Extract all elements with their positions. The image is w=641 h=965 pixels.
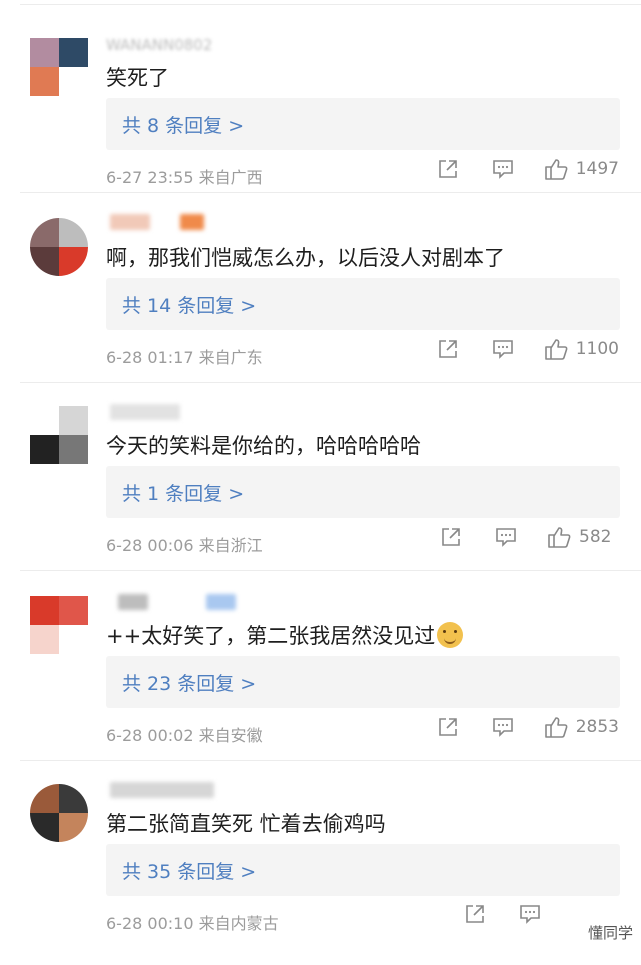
username-blur [110,782,214,798]
comment-item: 啊，那我们恺威怎么办，以后没人对剧本了 共 14 条回复 > 6-28 01:1… [0,210,641,399]
avatar[interactable] [30,38,88,96]
comment-text: 啊，那我们恺威怎么办，以后没人对剧本了 [106,246,505,270]
replies-button[interactable]: 共 8 条回复 > [106,98,620,150]
avatar[interactable] [30,218,88,276]
replies-button[interactable]: 共 1 条回复 > [106,466,620,518]
replies-label: 共 8 条回复 > [122,115,245,137]
replies-button[interactable]: 共 14 条回复 > [106,278,620,330]
comment-item: ++太好笑了，第二张我居然没见过 共 23 条回复 > 6-28 00:02 来… [0,588,641,777]
like-icon[interactable] [544,716,568,738]
comment-meta: 6-28 00:02 来自安徽 [106,726,263,745]
like-count: 1497 [575,159,619,179]
dog-emoji-icon [437,622,464,648]
comment-meta: 6-28 00:06 来自浙江 [106,536,263,555]
comment-icon[interactable] [492,339,514,359]
divider [20,192,641,193]
share-icon[interactable] [441,527,461,547]
username-blur [110,214,150,230]
share-icon[interactable] [438,159,458,179]
share-icon[interactable] [438,717,458,737]
replies-button[interactable]: 共 23 条回复 > [106,656,620,708]
comment-meta: 6-27 23:55 来自广西 [106,168,263,187]
like-count: 1100 [575,339,619,359]
comment-icon[interactable] [519,904,541,924]
username[interactable]: WANANN0802 [106,36,212,54]
replies-label: 共 14 条回复 > [122,295,257,317]
divider [20,382,641,383]
replies-label: 共 23 条回复 > [122,673,257,695]
comment-icon[interactable] [492,159,514,179]
like-count: 2853 [575,717,619,737]
avatar[interactable] [30,406,88,464]
like-icon[interactable] [547,526,571,548]
avatar[interactable] [30,596,88,654]
comment-text-content: ++太好笑了，第二张我居然没见过 [106,624,436,648]
username-blur [206,594,236,610]
username-blur [118,594,148,610]
avatar[interactable] [30,784,88,842]
comment-text: 笑死了 [106,66,169,90]
comment-text: 今天的笑料是你给的，哈哈哈哈哈 [106,434,421,458]
comment-meta: 6-28 01:17 来自广东 [106,348,263,367]
watermark-text: 懂同学 [587,924,633,942]
like-count: 582 [579,527,612,547]
username-blur [180,214,204,230]
share-icon[interactable] [465,904,485,924]
share-icon[interactable] [438,339,458,359]
replies-label: 共 35 条回复 > [122,861,257,883]
comment-icon[interactable] [492,717,514,737]
username-blur [110,404,180,420]
comment-text: ++太好笑了，第二张我居然没见过 [106,620,464,650]
comment-item: WANANN0802 笑死了 共 8 条回复 > 6-27 23:55 来自广西… [0,30,641,219]
divider [20,570,641,571]
comment-icon[interactable] [495,527,517,547]
like-icon[interactable] [544,338,568,360]
comment-meta: 6-28 00:10 来自内蒙古 [106,914,279,933]
replies-label: 共 1 条回复 > [122,483,245,505]
replies-button[interactable]: 共 35 条回复 > [106,844,620,896]
comment-item: 今天的笑料是你给的，哈哈哈哈哈 共 1 条回复 > 6-28 00:06 来自浙… [0,398,641,587]
comment-text: 第二张简直笑死 忙着去偷鸡吗 [106,812,386,836]
divider [20,760,641,761]
watermark: 懂同学 [588,922,633,943]
top-divider [20,4,641,5]
like-icon[interactable] [544,158,568,180]
comment-item: 第二张简直笑死 忙着去偷鸡吗 共 35 条回复 > 6-28 00:10 来自内… [0,776,641,965]
